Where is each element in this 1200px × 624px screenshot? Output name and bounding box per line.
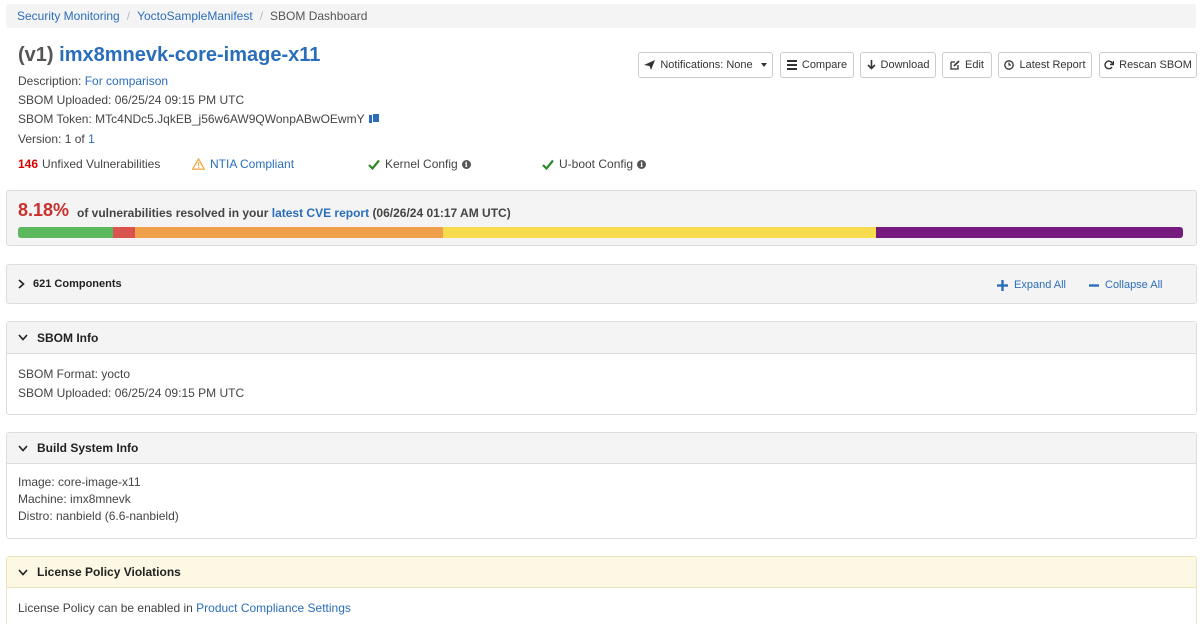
latest-report-label: Latest Report [1019,59,1086,71]
token-value: MTc4NDc5.JqkEB_j56w6AW9QWonpABwOEwmY [95,112,365,126]
collapse-all-link[interactable]: Collapse All [1089,279,1162,291]
resolved-percent: 8.18% [18,200,70,220]
sbom-uploaded: SBOM Uploaded: 06/25/24 09:15 PM UTC [18,386,245,400]
sbom-info-body: SBOM Format: yocto SBOM Uploaded: 06/25/… [7,354,1196,413]
description: Description: For comparison [18,74,168,88]
build-system-info-header[interactable]: Build System Info [7,433,1196,464]
ntia-status[interactable]: NTIA Compliant [192,157,294,171]
breadcrumb-separator: / [126,9,131,23]
version-label: Version: 1 of [18,132,85,146]
components-toggle[interactable]: 621 Components [18,278,122,290]
breadcrumb-current: SBOM Dashboard [270,9,368,23]
sbom-name: imx8mnevk-core-image-x11 [59,44,321,66]
description-label: Description: [18,74,82,88]
collapse-all-label: Collapse All [1105,279,1163,291]
edit-label: Edit [965,59,984,71]
progress-segment-1 [113,227,135,238]
sbom-token: SBOM Token: MTc4NDc5.JqkEB_j56w6AW9QWonp… [18,112,380,126]
caret-down-icon [760,63,767,67]
build-system-info-body: Image: core-image-x11 Machine: imx8mnevk… [7,464,1196,535]
send-icon [644,60,656,70]
chevron-down-icon [18,444,28,452]
sbom-info-title: SBOM Info [37,330,99,345]
sbom-format: SBOM Format: yocto [18,367,131,381]
notifications-label: Notifications: None [660,59,753,71]
license-policy-text: License Policy can be enabled in [18,601,193,615]
uploaded-date: SBOM Uploaded: 06/25/24 09:15 PM UTC [18,93,245,107]
expand-all-link[interactable]: Expand All [997,279,1066,291]
resolved-summary: 8.18% of vulnerabilities resolved in you… [6,190,1197,246]
unfixed-vulnerabilities[interactable]: 146 Unfixed Vulnerabilities [18,157,160,171]
edit-button[interactable]: Edit [942,52,992,78]
page-title: (v1) imx8mnevk-core-image-x11 [18,44,320,67]
build-system-info-panel: Build System Info Image: core-image-x11 … [6,432,1197,539]
chevron-right-icon [18,279,25,289]
rescan-sbom-button[interactable]: Rescan SBOM [1099,52,1197,78]
resolved-text: of vulnerabilities resolved in your late… [77,206,511,220]
minus-icon [1089,283,1099,287]
edit-icon [950,60,960,70]
description-link[interactable]: For comparison [85,74,168,88]
arrow-down-icon [866,60,876,70]
compare-label: Compare [801,59,848,71]
unfixed-label: Unfixed Vulnerabilities [42,157,161,171]
refresh-icon [1104,60,1115,70]
license-policy-title: License Policy Violations [37,565,181,579]
latest-report-button[interactable]: Latest Report [998,52,1092,78]
warning-icon [192,158,205,170]
vulnerability-progress-bar [18,227,1183,238]
version-info: Version: 1 of 1 [18,132,95,146]
uboot-config-label: U-boot Config [559,157,634,171]
sbom-info-panel: SBOM Info SBOM Format: yocto SBOM Upload… [6,321,1197,415]
info-icon[interactable]: i [461,159,471,169]
build-image: Image: core-image-x11 [18,475,141,489]
plus-icon [997,279,1008,291]
sbom-info-header[interactable]: SBOM Info [7,322,1196,354]
version-link[interactable]: 1 [88,132,95,146]
progress-segment-2 [134,227,443,238]
breadcrumb-security-monitoring[interactable]: Security Monitoring [17,9,120,23]
breadcrumb: Security Monitoring / YoctoSampleManifes… [6,4,1196,28]
list-icon [786,60,797,70]
download-label: Download [880,59,930,71]
license-policy-body: License Policy can be enabled in Product… [7,588,1196,624]
check-icon [542,159,554,170]
latest-cve-report-link[interactable]: latest CVE report [272,206,369,220]
info-icon[interactable]: i [637,159,647,169]
build-system-info-title: Build System Info [37,441,139,455]
rescan-label: Rescan SBOM [1119,59,1192,71]
compare-button[interactable]: Compare [780,52,854,78]
chevron-down-icon [18,334,28,341]
components-panel: 621 Components Expand All Collapse All [6,264,1197,304]
ntia-link[interactable]: NTIA Compliant [210,157,294,171]
progress-segment-4 [876,227,1183,238]
clock-icon [1004,60,1015,70]
unfixed-count: 146 [18,157,39,171]
check-icon [368,159,380,170]
progress-segment-0 [18,227,114,238]
license-policy-header[interactable]: License Policy Violations [7,557,1196,588]
product-compliance-settings-link[interactable]: Product Compliance Settings [196,601,351,615]
notifications-dropdown[interactable]: Notifications: None [638,52,773,78]
copy-icon[interactable] [368,113,380,124]
token-label: SBOM Token: [18,112,92,126]
expand-all-label: Expand All [1014,279,1066,291]
progress-segment-3 [442,227,876,238]
status-row: 146 Unfixed Vulnerabilities NTIA Complia… [18,157,718,171]
resolved-date: (06/26/24 01:17 AM UTC) [372,206,511,220]
build-distro: Distro: nanbield (6.6-nanbield) [18,509,179,523]
version-prefix: (v1) [18,44,54,66]
kernel-config-status: Kernel Config i [368,157,471,171]
license-policy-panel: License Policy Violations License Policy… [6,556,1197,624]
kernel-config-label: Kernel Config [385,157,458,171]
components-label: 621 Components [33,278,122,290]
download-button[interactable]: Download [860,52,936,78]
chevron-down-icon [18,568,28,576]
resolved-text-before: of vulnerabilities resolved in your [77,206,269,220]
build-machine: Machine: imx8mnevk [18,492,131,506]
breadcrumb-separator: / [259,9,264,23]
breadcrumb-yocto-sample-manifest[interactable]: YoctoSampleManifest [137,9,253,23]
uboot-config-status: U-boot Config i [542,157,647,171]
